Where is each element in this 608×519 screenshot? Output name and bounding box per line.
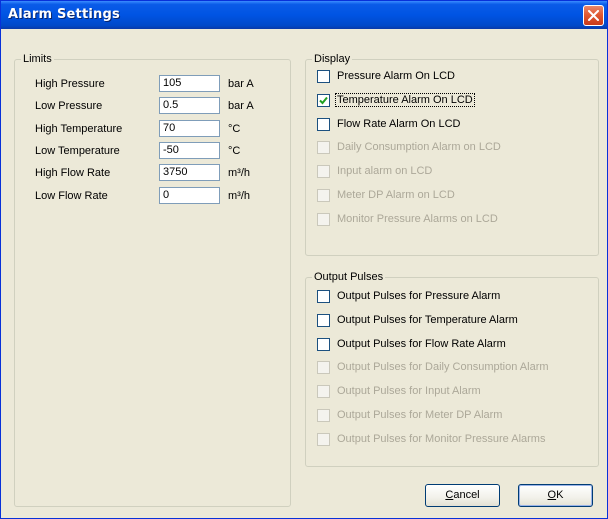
- ok-button[interactable]: OK: [518, 484, 593, 507]
- output-pulses-checkbox: Output Pulses for Input Alarm: [317, 384, 587, 400]
- limit-label: High Temperature: [35, 122, 123, 135]
- limit-label: Low Pressure: [35, 100, 103, 113]
- output-pulses-checkbox: Output Pulses for Meter DP Alarm: [317, 408, 587, 424]
- display-checkbox[interactable]: Flow Rate Alarm On LCD: [317, 117, 587, 133]
- output-pulses-checkbox[interactable]: Output Pulses for Flow Rate Alarm: [317, 337, 587, 353]
- limits-legend: Limits: [23, 53, 52, 65]
- checkbox-box[interactable]: [317, 70, 330, 83]
- checkbox-label: Output Pulses for Input Alarm: [337, 385, 481, 398]
- cancel-button[interactable]: Cancel: [425, 484, 500, 507]
- display-checkbox[interactable]: Pressure Alarm On LCD: [317, 69, 587, 85]
- dialog-body: Limits High Pressure 105 bar A Low Pressure…: [4, 29, 604, 515]
- checkbox-label: Temperature Alarm On LCD: [335, 92, 475, 107]
- checkbox-label: Meter DP Alarm on LCD: [337, 189, 455, 201]
- limit-value-field[interactable]: 3750: [159, 164, 220, 182]
- checkbox-box[interactable]: [317, 189, 330, 202]
- checkbox-label: Monitor Pressure Alarms on LCD: [337, 212, 498, 225]
- close-icon: [588, 10, 599, 21]
- limit-row: Low Temperature -50 °C: [29, 141, 284, 162]
- display-legend: Display: [314, 53, 351, 65]
- limit-row: Low Flow Rate 0 m³/h: [29, 186, 284, 207]
- checkbox-box[interactable]: [317, 93, 330, 107]
- limit-value-field[interactable]: 70: [159, 119, 220, 137]
- checkbox-box[interactable]: [317, 385, 330, 399]
- limit-value-field[interactable]: 0: [159, 186, 220, 204]
- limit-label: Low Temperature: [35, 144, 120, 157]
- output-pulses-checkbox: Output Pulses for Monitor Pressure Alarm…: [317, 432, 587, 448]
- checkbox-box[interactable]: [317, 432, 330, 446]
- display-checkbox[interactable]: Temperature Alarm On LCD: [317, 92, 587, 109]
- limit-unit: °C: [228, 122, 241, 135]
- checkbox-label: Output Pulses for Monitor Pressure Alarm…: [337, 432, 546, 445]
- window-title: Alarm Settings: [8, 7, 120, 22]
- checkbox-label: Output Pulses for Pressure Alarm: [337, 290, 501, 302]
- checkbox-label: Pressure Alarm On LCD: [337, 70, 455, 82]
- limit-unit: bar A: [228, 100, 254, 113]
- display-checkbox: Input alarm on LCD: [317, 164, 587, 180]
- limit-row: High Pressure 105 bar A: [29, 75, 284, 95]
- title-bar[interactable]: Alarm Settings: [1, 1, 607, 29]
- checkbox-box[interactable]: [317, 212, 330, 226]
- display-checkbox: Daily Consumption Alarm on LCD: [317, 140, 587, 156]
- limit-unit: m³/h: [228, 189, 250, 202]
- cancel-label: ancel: [453, 489, 480, 501]
- alarm-settings-dialog: Alarm Settings Limits High Pressure 105 ba…: [0, 0, 608, 519]
- limit-value-field[interactable]: 0.5: [159, 97, 220, 115]
- checkbox-label: Output Pulses for Temperature Alarm: [337, 313, 518, 326]
- checkbox-box[interactable]: [317, 165, 330, 179]
- display-checkbox: Meter DP Alarm on LCD: [317, 188, 587, 204]
- limit-value-field[interactable]: 105: [159, 75, 220, 92]
- limit-row: High Flow Rate 3750 m³/h: [29, 164, 284, 184]
- display-checkbox: Monitor Pressure Alarms on LCD: [317, 212, 587, 228]
- limit-label: Low Flow Rate: [35, 189, 108, 202]
- checkbox-label: Daily Consumption Alarm on LCD: [337, 141, 501, 154]
- checkbox-label: Output Pulses for Daily Consumption Alar…: [337, 361, 549, 374]
- checkbox-label: Output Pulses for Flow Rate Alarm: [337, 337, 506, 350]
- ok-accel: O: [547, 489, 557, 501]
- limit-unit: °C: [228, 144, 241, 157]
- limit-label: High Pressure: [35, 78, 105, 90]
- output-pulses-checkbox[interactable]: Output Pulses for Pressure Alarm: [317, 289, 587, 305]
- checkbox-label: Input alarm on LCD: [337, 165, 433, 178]
- checkbox-label: Flow Rate Alarm On LCD: [337, 117, 461, 130]
- checkbox-box[interactable]: [317, 290, 330, 303]
- limit-row: High Temperature 70 °C: [29, 119, 284, 140]
- output-pulses-checkbox: Output Pulses for Daily Consumption Alar…: [317, 360, 587, 376]
- output-pulses-legend: Output Pulses: [314, 271, 384, 283]
- checkbox-label: Output Pulses for Meter DP Alarm: [337, 409, 503, 421]
- checkbox-box[interactable]: [317, 361, 330, 375]
- checkbox-box[interactable]: [317, 313, 330, 327]
- limit-row: Low Pressure 0.5 bar A: [29, 97, 284, 117]
- checkbox-box[interactable]: [317, 337, 330, 351]
- limit-unit: bar A: [228, 78, 254, 90]
- checkbox-box[interactable]: [317, 409, 330, 422]
- limit-value-field[interactable]: -50: [159, 141, 220, 159]
- checkbox-box[interactable]: [317, 141, 330, 155]
- output-pulses-checkbox[interactable]: Output Pulses for Temperature Alarm: [317, 313, 587, 329]
- checkbox-box[interactable]: [317, 117, 330, 131]
- checkmark-icon: [319, 96, 328, 105]
- limit-label: High Flow Rate: [35, 167, 111, 180]
- ok-label: K: [556, 489, 564, 501]
- close-button[interactable]: [583, 5, 604, 26]
- limit-unit: m³/h: [228, 167, 250, 180]
